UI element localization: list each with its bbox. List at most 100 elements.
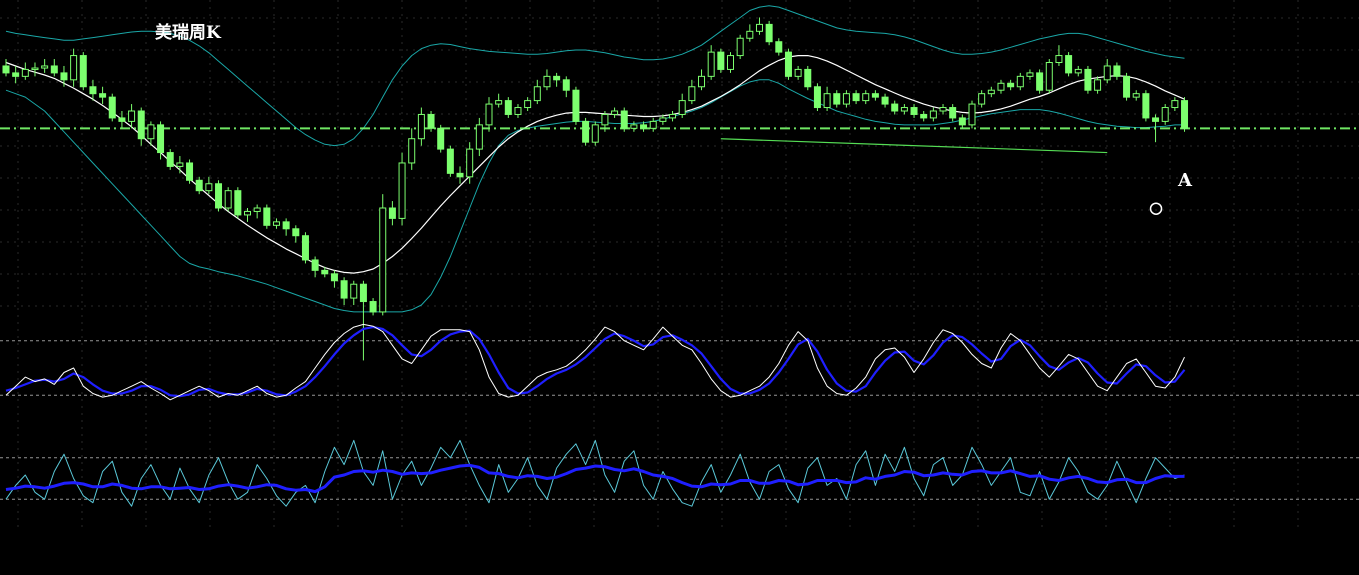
candle-body-up [968,103,976,126]
candle-body-down [446,148,454,174]
candle-body-down [765,23,773,43]
candle-body-down [195,179,203,192]
candle-body-down [1181,100,1189,129]
candle-body-down [813,86,821,109]
candle-body-up [1026,72,1034,77]
candle-body-up [514,107,522,115]
candle-body-up [736,37,744,57]
candle-body-down [263,207,271,226]
candle-body-down [804,68,812,88]
candle-body-up [350,283,358,299]
candle-body-down [1007,82,1015,88]
candle-body-up [128,110,136,122]
candle-body-up [746,30,754,39]
candle-body-down [215,183,223,209]
candle-body-down [99,93,107,98]
candle-body-down [1084,68,1092,91]
candle-body-down [717,51,725,70]
candle-body-up [698,75,706,88]
candle-body-down [582,120,590,143]
candle-body-down [330,273,338,282]
candle-body-down [186,162,194,181]
candle-body-down [958,117,966,126]
candle-body-down [311,259,319,271]
candle-body-up [253,207,261,212]
candle-body-up [611,110,619,115]
candle-body-up [1171,100,1179,109]
candle-body-up [823,93,831,109]
candle-body-down [137,110,145,140]
candle-body-up [485,103,493,126]
candle-body-down [79,55,87,88]
candle-body-down [166,152,174,167]
chart-window: 美瑞周K A [0,0,1359,575]
candle-body-down [118,117,126,122]
candle-body-up [997,82,1005,91]
candle-body-down [891,103,899,112]
candle-body-down [157,124,165,154]
candle-body-up [176,162,184,167]
candle-body-up [794,68,802,77]
candle-body-down [301,235,309,261]
candle-body-down [1065,55,1073,74]
candle-body-up [987,89,995,95]
candle-body-down [50,65,58,74]
candle-body-down [234,190,242,216]
candle-body-down [871,93,879,98]
candle-body-up [21,68,29,77]
candle-body-down [108,96,116,119]
candle-body-up [601,113,609,126]
candle-body-up [147,124,155,140]
candle-body-down [427,113,435,129]
candle-body-up [379,207,387,313]
candle-body-up [669,113,677,119]
candle-body-up [727,55,734,70]
candle-body-down [1123,75,1131,98]
candle-body-down [456,172,464,178]
candle-body-up [978,93,986,105]
candle-body-down [1036,72,1044,91]
candle-body-down [359,283,367,303]
marker-label-a: A [1177,170,1193,191]
candle-body-up [900,107,908,112]
candle-body-up [224,190,232,209]
candle-body-down [504,100,512,115]
candle-body-up [543,75,551,88]
candle-body-down [89,86,97,95]
candle-body-down [910,107,918,115]
candle-body-up [678,100,686,115]
candle-body-down [562,79,570,91]
candle-body-down [1142,93,1150,119]
candle-body-up [398,162,406,219]
candle-body-up [408,138,416,164]
candle-body-up [1016,75,1024,88]
candle-body-up [630,124,638,129]
candle-body-down [1113,65,1121,77]
candle-body-up [475,124,483,150]
candle-body-down [833,93,841,105]
candle-body-down [775,41,783,53]
candle-body-down [369,301,377,313]
chart-canvas: 美瑞周K A [0,0,1359,575]
candle-body-down [437,127,445,150]
candle-body-up [929,110,937,119]
candle-body-up [842,93,850,105]
candle-body-down [292,228,300,237]
candle-body-up [70,55,78,81]
candle-body-up [862,93,870,102]
candle-body-up [1103,65,1111,81]
candle-body-down [388,207,396,219]
candle-body-down [852,93,860,102]
candle-body-up [205,183,213,192]
candle-body-up [533,86,541,102]
candle-body-up [939,107,947,112]
candle-body-up [688,86,696,102]
candle-body-down [321,269,329,275]
chart-title: 美瑞周K [155,22,222,43]
candle-body-up [1132,93,1140,98]
candle-body-up [244,210,251,216]
candle-body-up [1161,107,1169,122]
candle-body-up [591,124,599,143]
candle-body-down [340,280,348,299]
candle-body-up [417,113,425,140]
